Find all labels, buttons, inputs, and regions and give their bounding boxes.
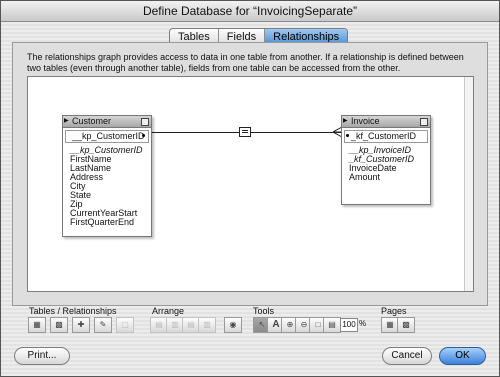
equals-join-icon[interactable] <box>239 127 251 137</box>
field-item: FirstQuarterEnd <box>70 217 135 227</box>
invoice-key-field-label: _kf_CustomerID <box>351 131 417 141</box>
zoom-percent-label: % <box>359 319 367 328</box>
tables-relationships-label: Tables / Relationships <box>29 306 117 316</box>
edit-button[interactable]: ✎ <box>94 317 112 333</box>
customer-key-field-label: __kp_CustomerID <box>72 131 145 141</box>
distribute-icon[interactable]: ▥ <box>198 317 216 333</box>
description-text: The relationships graph provides access … <box>27 52 464 73</box>
pages-label: Pages <box>381 306 407 316</box>
connector-dot-icon <box>346 134 349 137</box>
color-palette-icon[interactable]: ◉ <box>224 317 242 333</box>
customer-table-name: Customer <box>72 116 112 126</box>
customer-table-header[interactable]: ▶ Customer <box>63 116 151 128</box>
duplicate-button[interactable]: ✚ <box>72 317 90 333</box>
print-button[interactable]: Print... <box>14 347 70 365</box>
invoice-table[interactable]: ▶ Invoice _kf_CustomerID __kp_InvoiceID … <box>341 115 431 205</box>
zoom-level-field[interactable]: 100 <box>340 318 358 332</box>
add-relationship-button[interactable]: ▩ <box>50 317 68 333</box>
table-menu-icon[interactable] <box>420 118 428 126</box>
graph-scrollbar[interactable] <box>464 77 473 291</box>
window-title: Define Database for “InvoicingSeparate” <box>1 1 499 22</box>
field-item: Amount <box>349 172 381 182</box>
cancel-button[interactable]: Cancel <box>382 347 432 365</box>
collapse-triangle-icon[interactable]: ▶ <box>64 116 69 127</box>
collapse-triangle-icon[interactable]: ▶ <box>343 116 348 127</box>
show-relationships-icon[interactable]: ▤ <box>323 317 341 333</box>
invoice-field-list: __kp_InvoiceID _kf_CustomerID InvoiceDat… <box>342 145 430 183</box>
invoice-key-field[interactable]: _kf_CustomerID <box>344 130 428 143</box>
invoice-table-name: Invoice <box>351 116 380 126</box>
add-table-button[interactable]: ▦ <box>28 317 46 333</box>
connector-dot-icon <box>142 134 145 137</box>
invoice-table-header[interactable]: ▶ Invoice <box>342 116 430 128</box>
tools-label: Tools <box>253 306 275 316</box>
arrange-label: Arrange <box>152 306 185 316</box>
customer-table[interactable]: ▶ Customer __kp_CustomerID __kp_Customer… <box>62 115 152 237</box>
delete-button[interactable]: ▢ <box>116 317 134 333</box>
ok-button[interactable]: OK <box>439 347 486 365</box>
relationships-graph[interactable]: ▶ Customer __kp_CustomerID __kp_Customer… <box>27 76 474 292</box>
page-setup-icon[interactable]: ▩ <box>397 317 415 333</box>
customer-key-field[interactable]: __kp_CustomerID <box>65 130 149 143</box>
table-menu-icon[interactable] <box>141 118 149 126</box>
customer-field-list: __kp_CustomerID FirstName LastName Addre… <box>63 145 151 228</box>
